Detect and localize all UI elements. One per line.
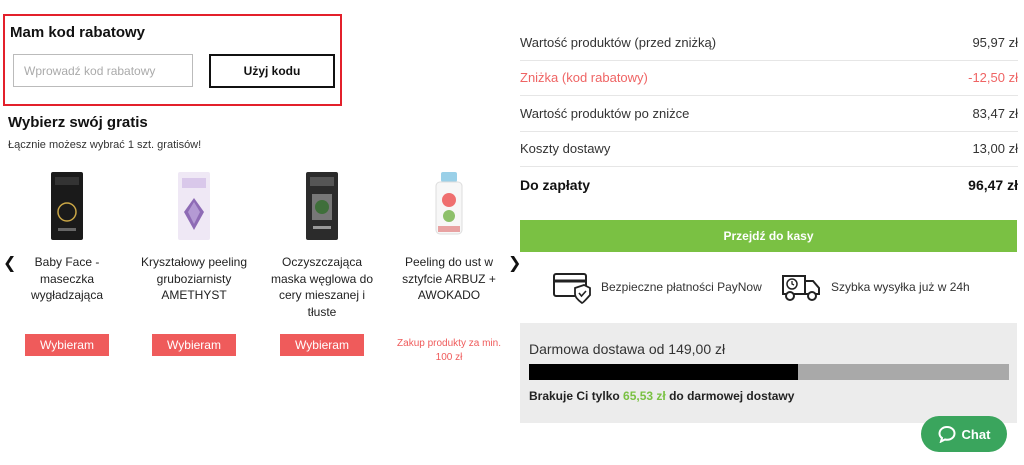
free-shipping-msg-before: Brakuje Ci tylko: [529, 389, 624, 403]
summary-label: Zniżka (kod rabatowy): [520, 70, 648, 86]
shipping-feature: Szybka wysyłka już w 24h: [781, 270, 970, 304]
summary-row: Koszty dostawy 13,00 zł: [520, 132, 1018, 167]
summary-label: Wartość produktów (przed zniżką): [520, 34, 717, 50]
gift-product-image[interactable]: [177, 172, 211, 240]
gift-item: Baby Face - maseczka wygładzająca Wybier…: [11, 172, 123, 356]
summary-row-total: Do zapłaty 96,47 zł: [520, 167, 1018, 203]
summary-label: Wartość produktów po zniżce: [520, 105, 690, 121]
choose-gift-button[interactable]: Wybieram: [25, 334, 109, 356]
gift-item: Oczyszczająca maska węglowa do cery mies…: [266, 172, 378, 356]
chat-label: Chat: [961, 426, 991, 442]
free-shipping-msg-after: do darmowej dostawy: [665, 389, 795, 403]
summary-row-discount: Zniżka (kod rabatowy) -12,50 zł: [520, 61, 1018, 96]
delivery-truck-icon: [782, 275, 820, 301]
summary-value: 83,47 zł: [972, 105, 1018, 121]
free-shipping-message: Brakuje Ci tylko 65,53 zł do darmowej do…: [529, 389, 794, 403]
gift-section-title: Wybierz swój gratis: [8, 114, 148, 131]
summary-row: Wartość produktów po zniżce 83,47 zł: [520, 96, 1018, 132]
gift-product-image[interactable]: [432, 172, 466, 240]
summary-value: 96,47 zł: [968, 176, 1018, 193]
free-shipping-title: Darmowa dostawa od 149,00 zł: [529, 341, 726, 357]
gift-name: Kryształowy peeling gruboziarnisty AMETH…: [140, 255, 248, 302]
gift-requirement-note: Zakup produkty za min. 100 zł: [397, 338, 501, 363]
chat-button[interactable]: Chat: [921, 416, 1007, 452]
free-shipping-box: Darmowa dostawa od 149,00 zł Brakuje Ci …: [520, 323, 1017, 423]
choose-gift-button[interactable]: Wybieram: [152, 334, 236, 356]
gift-name: Peeling do ust w sztyfcie ARBUZ + AWOKAD…: [402, 255, 496, 302]
summary-row: Wartość produktów (przed zniżką) 95,97 z…: [520, 25, 1018, 61]
gift-section-subtitle: Łącznie możesz wybrać 1 szt. gratisów!: [8, 139, 202, 151]
payment-feature: Bezpieczne płatności PayNow: [553, 270, 762, 304]
gift-product-image[interactable]: [50, 172, 84, 240]
gift-product-image[interactable]: [305, 172, 339, 240]
summary-value: 95,97 zł: [972, 34, 1018, 50]
coupon-box: Mam kod rabatowy Użyj kodu: [3, 14, 342, 106]
coupon-code-input[interactable]: [13, 54, 193, 87]
payment-feature-text: Bezpieczne płatności PayNow: [601, 280, 762, 294]
summary-label: Koszty dostawy: [520, 141, 611, 157]
shipping-feature-text: Szybka wysyłka już w 24h: [831, 280, 970, 294]
free-shipping-progress-bar: [529, 364, 1009, 380]
gift-item: Peeling do ust w sztyfcie ARBUZ + AWOKAD…: [393, 172, 505, 365]
free-shipping-progress-fill: [529, 364, 798, 380]
secure-card-icon: [553, 273, 591, 304]
carousel-next-arrow-icon[interactable]: ❯: [508, 256, 521, 272]
checkout-button[interactable]: Przejdź do kasy: [520, 220, 1017, 252]
gift-item: Kryształowy peeling gruboziarnisty AMETH…: [138, 172, 250, 356]
chat-bubble-icon: [938, 425, 956, 443]
summary-value: -12,50 zł: [968, 70, 1018, 86]
summary-value: 13,00 zł: [972, 141, 1018, 157]
gift-name: Baby Face - maseczka wygładzająca: [30, 255, 104, 302]
apply-coupon-button[interactable]: Użyj kodu: [209, 54, 335, 88]
coupon-title: Mam kod rabatowy: [10, 24, 146, 41]
gift-name: Oczyszczająca maska węglowa do cery mies…: [270, 255, 374, 319]
summary-label: Do zapłaty: [520, 176, 591, 193]
free-shipping-remaining-amount: 65,53 zł: [623, 389, 666, 403]
order-summary: Wartość produktów (przed zniżką) 95,97 z…: [520, 25, 1018, 203]
choose-gift-button[interactable]: Wybieram: [280, 334, 364, 356]
